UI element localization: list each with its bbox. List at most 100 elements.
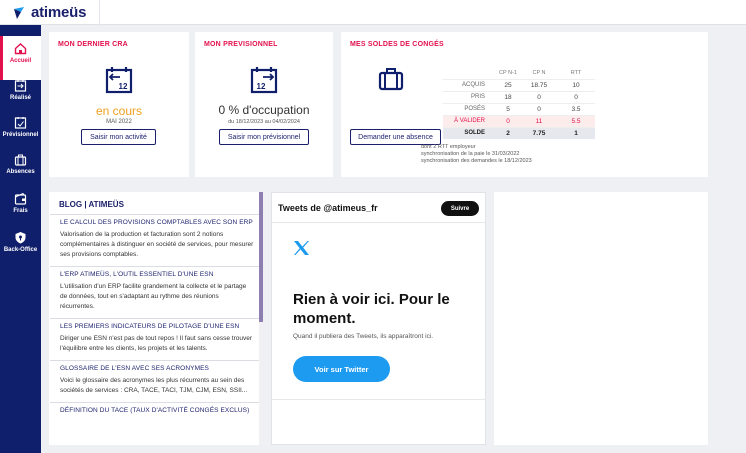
wallet-icon xyxy=(14,192,27,205)
soldes-row-a-valider: À VALIDER 0 11 5.5 xyxy=(443,114,595,127)
blog-card: BLOG | ATIMEÜS LE CALCUL DES PROVISIONS … xyxy=(49,192,263,445)
sidebar-item-label: Accueil xyxy=(9,58,32,64)
soldes-notes: dont 2 RTT employeur synchronisation de … xyxy=(421,144,532,165)
row-label: À VALIDER xyxy=(443,114,495,127)
soldes-table: CP N-1 CP N RTT ACQUIS 25 18.75 10 PRIS … xyxy=(443,67,595,139)
blog-scrollbar-thumb[interactable] xyxy=(259,192,263,322)
suitcase-icon xyxy=(378,68,404,91)
twitter-header: Tweets de @atimeus_fr xyxy=(278,203,378,213)
cell-value: 1 xyxy=(557,126,595,139)
previsionnel-period: du 18/12/2023 au 04/02/2024 xyxy=(228,119,300,125)
soldes-row-acquis: ACQUIS 25 18.75 10 xyxy=(443,78,595,91)
cra-card: MON DERNIER CRA 12 en cours MAI 2022 Sai… xyxy=(49,32,189,177)
saisir-previsionnel-button[interactable]: Saisir mon prévisionnel xyxy=(219,129,309,145)
suitcase-icon xyxy=(14,154,27,166)
empty-timeline-subtext: Quand il publiera des Tweets, ils appara… xyxy=(293,333,434,340)
blog-item[interactable]: LE CALCUL DES PROVISIONS COMPTABLES AVEC… xyxy=(50,214,262,266)
column-header: CP N-1 xyxy=(499,69,517,76)
soldes-row-solde: SOLDE 2 7.75 1 xyxy=(443,126,595,139)
cell-value: 3.5 xyxy=(557,102,595,115)
x-logo-icon xyxy=(294,241,309,255)
blog-item-text: Diriger une ESN n'est pas de tout repos … xyxy=(60,335,253,352)
blog-item-title[interactable]: L'ERP ATIMEÜS, L'OUTIL ESSENTIEL D'UNE E… xyxy=(60,271,254,278)
empty-widget-card xyxy=(494,192,708,445)
soldes-row-poses: POSÉS 5 0 3.5 xyxy=(443,102,595,115)
blog-item-title[interactable]: GLOSSAIRE DE L'ESN AVEC SES ACRONYMES xyxy=(60,365,254,372)
calendar-back-icon: 12 xyxy=(105,67,133,94)
voir-sur-twitter-button[interactable]: Voir sur Twitter xyxy=(293,356,390,382)
cell-value: 2 xyxy=(495,126,521,139)
app-name: atimeüs xyxy=(31,4,87,21)
row-label: ACQUIS xyxy=(443,78,495,91)
twitter-bottom-divider xyxy=(272,399,486,400)
row-label: SOLDE xyxy=(443,126,495,139)
cell-value: 7.75 xyxy=(521,126,557,139)
row-label: PRIS xyxy=(443,90,495,103)
top-bar: atimeüs xyxy=(0,0,746,25)
sidebar-item-label: Réalisé xyxy=(9,95,31,101)
soldes-card: MES SOLDES DE CONGÉS Demander une absenc… xyxy=(341,32,708,177)
occupation-value: 0 % d'occupation xyxy=(218,103,310,117)
sidebar-item-absences[interactable]: Absences xyxy=(0,147,41,191)
top-bar-divider xyxy=(99,0,100,25)
sidebar-item-label: Absences xyxy=(6,169,35,175)
sidebar-item-label: Back-Office xyxy=(3,247,38,253)
calendar-forward-icon: 12 xyxy=(250,67,278,94)
blog-title: BLOG | ATIMEÜS xyxy=(59,200,124,209)
cell-value: 0 xyxy=(521,90,557,103)
blog-item[interactable]: GLOSSAIRE DE L'ESN AVEC SES ACRONYMES Vo… xyxy=(50,360,262,402)
sync-demandes-note: synchronisation des demandes le 18/12/20… xyxy=(421,158,532,164)
blog-item-text: L'utilisation d'un ERP facilite grandeme… xyxy=(60,283,247,310)
previsionnel-icon-day: 12 xyxy=(257,82,266,91)
blog-item[interactable]: L'ERP ATIMEÜS, L'OUTIL ESSENTIEL D'UNE E… xyxy=(50,266,262,318)
sidebar-item-label: Prévisionnel xyxy=(2,132,39,138)
sidebar-item-back-office[interactable]: Back-Office xyxy=(0,225,41,269)
cell-value: 0 xyxy=(495,114,521,127)
empty-timeline-headline: Rien à voir ici. Pour le moment. xyxy=(293,291,450,327)
column-header: RTT xyxy=(570,69,582,76)
cell-value: 25 xyxy=(495,78,521,91)
home-icon xyxy=(14,43,27,55)
app-logo[interactable]: atimeüs xyxy=(13,4,86,21)
calendar-forward-icon xyxy=(14,117,27,129)
sidebar-item-frais[interactable]: Frais xyxy=(0,186,41,230)
sidebar-item-label: Frais xyxy=(13,208,28,214)
cra-card-title: MON DERNIER CRA xyxy=(58,41,128,48)
blog-item-title[interactable]: LES PREMIERS INDICATEURS DE PILOTAGE D'U… xyxy=(60,323,254,330)
soldes-header-row: CP N-1 CP N RTT xyxy=(443,67,595,79)
blog-item[interactable]: DÉFINITION DU TACE (TAUX D'ACTIVITÉ CONG… xyxy=(50,402,262,424)
cra-period: MAI 2022 xyxy=(106,119,132,125)
cell-value: 18.75 xyxy=(521,78,557,91)
soldes-card-title: MES SOLDES DE CONGÉS xyxy=(350,41,444,48)
cra-icon-day: 12 xyxy=(119,82,128,91)
cell-value: 11 xyxy=(521,114,557,127)
follow-button[interactable]: Suivre xyxy=(441,201,479,216)
column-header: CP N xyxy=(532,69,546,76)
soldes-row-pris: PRIS 18 0 0 xyxy=(443,90,595,103)
cell-value: 5.5 xyxy=(557,114,595,127)
blog-item[interactable]: LES PREMIERS INDICATEURS DE PILOTAGE D'U… xyxy=(50,318,262,360)
rtt-employeur-note: dont 2 RTT employeur xyxy=(421,144,476,150)
blog-list: LE CALCUL DES PROVISIONS COMPTABLES AVEC… xyxy=(50,214,262,424)
blog-item-title[interactable]: DÉFINITION DU TACE (TAUX D'ACTIVITÉ CONG… xyxy=(60,407,254,414)
cell-value: 10 xyxy=(557,78,595,91)
blog-item-text: Voici le glossaire des acronymes les plu… xyxy=(60,377,248,394)
previsionnel-card: MON PREVISIONNEL 12 0 % d'occupation du … xyxy=(195,32,333,177)
twitter-divider xyxy=(272,222,486,223)
cra-status: en cours xyxy=(95,104,143,118)
blog-item-text: Valorisation de la production et factura… xyxy=(60,231,254,258)
shield-icon xyxy=(15,232,26,244)
cell-value: 0 xyxy=(521,102,557,115)
blog-item-title[interactable]: LE CALCUL DES PROVISIONS COMPTABLES AVEC… xyxy=(60,219,254,226)
cell-value: 5 xyxy=(495,102,521,115)
logo-icon xyxy=(14,6,24,19)
twitter-card: Tweets de @atimeus_fr Suivre Rien à voir… xyxy=(271,192,486,445)
calendar-check-icon xyxy=(14,80,27,92)
cell-value: 0 xyxy=(557,90,595,103)
cell-value: 18 xyxy=(495,90,521,103)
row-label: POSÉS xyxy=(443,102,495,115)
sidebar: Accueil Réalisé Prévisionnel Absences Fr… xyxy=(0,25,41,453)
sync-paie-note: synchronisation de la paie le 31/03/2022 xyxy=(421,151,520,157)
demander-absence-button[interactable]: Demander une absence xyxy=(350,129,441,145)
saisir-activite-button[interactable]: Saisir mon activité xyxy=(81,129,156,145)
